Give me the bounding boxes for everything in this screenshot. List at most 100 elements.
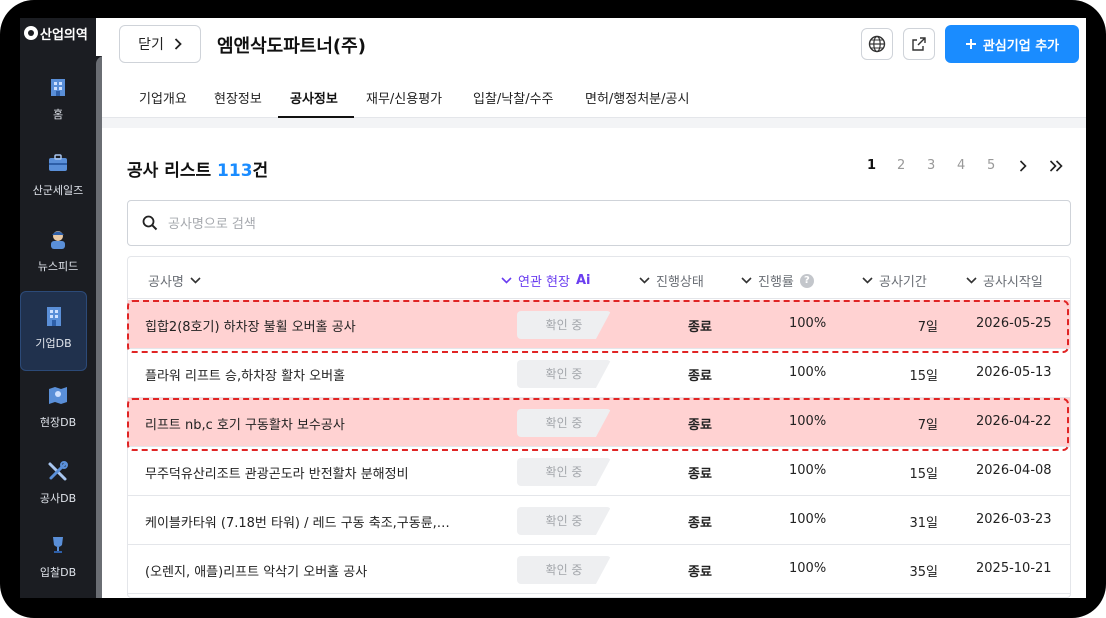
panel-header: 닫기 엠앤삭도파트너(주) 관심기업 추가 [102,18,1086,72]
add-interest-label: 관심기업 추가 [982,38,1060,54]
construction-name[interactable]: 무주덕유산리조트 관광곤도라 반전활차 분해정비 [145,463,475,482]
progress-rate: 100% [789,414,827,429]
table-row[interactable]: (오렌지, 애플)리프트 악삭기 오버홀 공사 확인 중 종료 100% 35일… [128,545,1070,594]
logo: 산업의역 [24,22,96,44]
sidebar-item-label: 현장DB [39,416,77,429]
tools-icon [48,461,68,481]
close-button[interactable]: 닫기 [119,25,201,63]
progress-status: 종료 [688,418,712,433]
column-label: 공사기간 [879,275,927,290]
tab-overview[interactable]: 기업개요 [139,88,187,107]
progress-status: 종료 [688,565,712,580]
progress-rate: 100% [789,463,827,478]
related-site-status: 확인 중 [517,360,611,388]
construction-start-date: 2026-04-22 [976,414,1052,429]
chevron-down-icon [741,277,752,284]
page-1[interactable]: 1 [867,158,876,173]
construction-name[interactable]: 리프트 nb,c 호기 구동활차 보수공사 [145,414,475,433]
next-page-button[interactable] [1019,160,1027,176]
trophy-icon [53,537,63,553]
open-external-button[interactable] [903,28,935,60]
logo-icon [24,26,38,40]
help-icon[interactable]: ? [799,273,814,288]
detail-tabs: 기업개요 현장정보 공사정보 재무/신용평가 입찰/낙찰/수주 면허/행정처분/… [102,76,1086,118]
construction-name[interactable]: (오렌지, 애플)리프트 악삭기 오버홀 공사 [145,561,475,580]
column-header-name[interactable]: 공사명 [148,271,201,290]
related-site-status: 확인 중 [517,311,611,339]
progress-rate: 100% [789,316,827,331]
tab-construction-info[interactable]: 공사정보 [290,88,338,107]
related-site-status: 확인 중 [517,507,611,535]
add-interest-company-button[interactable]: 관심기업 추가 [945,25,1079,63]
sidebar-item-site-db[interactable]: 현장DB [20,384,96,430]
company-detail-panel: 닫기 엠앤삭도파트너(주) 관심기업 추가 기업개요 현장정보 공사정보 재무/… [102,18,1086,598]
section-divider [102,118,1086,128]
column-header-progress-rate[interactable]: 진행률 ? [741,271,814,290]
sidebar-item-company-db[interactable]: 기업DB [20,291,87,371]
page-5[interactable]: 5 [987,158,995,173]
column-header-duration[interactable]: 공사기간 [862,271,927,290]
sidebar-item-construction-db[interactable]: 공사DB [20,460,96,506]
briefcase-icon [49,154,67,171]
construction-table: 공사명 연관 현장 Ai 진행상태 진행률 ? 공사기간 공사시작일 힙합2(8… [127,256,1071,598]
app-screen: 산업의역 홈 산군세일즈 뉴스피드 기업DB 현장DB 공사DB 입찰DB 닫기… [20,18,1086,598]
last-page-button[interactable] [1049,160,1063,176]
sidebar-item-label: 입찰DB [39,566,77,579]
column-label: 진행상태 [656,275,704,290]
device-frame: 산업의역 홈 산군세일즈 뉴스피드 기업DB 현장DB 공사DB 입찰DB 닫기… [0,0,1106,618]
sidebar-item-label: 기업DB [35,337,72,350]
column-label: 진행률 [758,275,794,290]
construction-start-date: 2026-05-25 [976,316,1052,331]
tab-finance-credit[interactable]: 재무/신용평가 [366,88,442,107]
table-row[interactable]: 플라워 리프트 승,하차장 활차 오버홀 확인 중 종료 100% 15일 20… [128,349,1070,398]
construction-start-date: 2026-03-23 [976,512,1052,527]
table-row[interactable]: 힙합2(8호기) 하차장 불휠 오버홀 공사 확인 중 종료 100% 7일 2… [128,300,1070,349]
ai-badge: Ai [575,273,591,288]
page-3[interactable]: 3 [927,158,935,173]
logo-text: 산업의역 [40,27,88,43]
construction-search-input[interactable] [168,213,1048,235]
page-4[interactable]: 4 [957,158,965,173]
related-site-status: 확인 중 [517,409,611,437]
tab-license-disclosure[interactable]: 면허/행정처분/공시 [585,88,689,107]
column-header-related-site[interactable]: 연관 현장 Ai [501,271,591,290]
sidebar-item-label: 홈 [52,108,64,121]
related-site-status: 확인 중 [517,556,611,584]
table-row[interactable]: 케이블카타워 (7.18번 타워) / 레드 구동 축조,구동륜,… 확인 중 … [128,496,1070,545]
construction-duration: 15일 [909,369,938,384]
construction-search-box [127,200,1071,246]
column-header-status[interactable]: 진행상태 [639,271,704,290]
plus-icon [965,39,976,49]
chevron-right-icon [174,38,182,50]
page-2[interactable]: 2 [897,158,905,173]
construction-name[interactable]: 힙합2(8호기) 하차장 불휠 오버홀 공사 [145,316,475,335]
tab-site-info[interactable]: 현장정보 [214,88,262,107]
tab-bid-award[interactable]: 입찰/낙찰/수주 [473,88,554,107]
sidebar-item-sales[interactable]: 산군세일즈 [20,152,96,198]
sidebar-item-newsfeed[interactable]: 뉴스피드 [20,228,96,274]
map-icon [49,387,67,404]
construction-start-date: 2026-04-08 [976,463,1052,478]
construction-name[interactable]: 플라워 리프트 승,하차장 활차 오버홀 [145,365,475,384]
website-button[interactable] [861,28,893,60]
construction-duration: 7일 [917,320,938,335]
column-label: 공사시작일 [983,275,1043,290]
table-row[interactable]: 리프트 nb,c 호기 구동활차 보수공사 확인 중 종료 100% 7일 20… [128,398,1070,447]
table-row[interactable]: 무주덕유산리조트 관광곤도라 반전활차 분해정비 확인 중 종료 100% 15… [128,447,1070,496]
progress-status: 종료 [688,369,712,384]
column-label: 연관 현장 [518,275,570,290]
sidebar-item-label: 공사DB [39,492,77,505]
sidebar-item-home[interactable]: 홈 [20,76,96,122]
construction-name[interactable]: 케이블카타워 (7.18번 타워) / 레드 구동 축조,구동륜,… [145,512,475,531]
globe-icon [868,35,886,53]
chevron-down-icon [639,277,650,284]
sidebar-item-bid-db[interactable]: 입찰DB [20,534,96,580]
reporter-icon [51,231,65,249]
pagination: 1 2 3 4 5 [862,158,1072,178]
list-count-suffix: 건 [252,161,269,181]
chevron-down-icon [501,277,512,284]
company-name: 엠앤삭도파트너(주) [217,36,366,57]
column-header-start-date[interactable]: 공사시작일 [966,271,1043,290]
progress-status: 종료 [688,516,712,531]
chevron-down-icon [862,277,873,284]
